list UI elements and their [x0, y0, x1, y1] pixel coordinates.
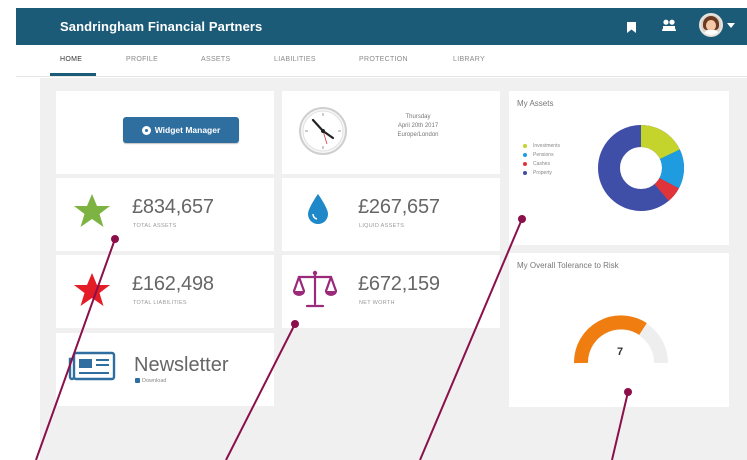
tab-protection[interactable]: PROTECTION [359, 56, 408, 63]
risk-value: 7 [617, 346, 624, 358]
risk-title: My Overall Tolerance to Risk [517, 261, 619, 270]
tab-home[interactable]: HOME [60, 56, 82, 63]
dashboard: Widget Manager Thursday April 20th 2017 … [40, 78, 747, 460]
star-icon [74, 194, 110, 227]
total-assets-value: £834,657 [132, 196, 214, 218]
day-label: Thursday [405, 114, 431, 120]
date-text: Thursday April 20th 2017 Europe/London [368, 113, 468, 140]
assets-legend: Investments Pensions Cashes Property [523, 141, 560, 177]
users-icon[interactable] [662, 19, 676, 37]
widget-manager-label: Widget Manager [154, 125, 221, 135]
liquid-assets-value: £267,657 [358, 196, 440, 218]
legend-label: Investments [533, 142, 560, 149]
legend-swatch [523, 161, 527, 166]
top-bar: Sandringham Financial Partners [16, 8, 747, 45]
location-label: Europe/London [397, 132, 439, 138]
date-label: April 20th 2017 [397, 123, 439, 129]
liquid-assets-card[interactable]: £267,657 LIQUID ASSETS [282, 178, 500, 251]
tab-profile[interactable]: PROFILE [126, 56, 158, 63]
total-liabilities-value: £162,498 [132, 273, 214, 295]
my-assets-panel: My Assets Investments Pensions Cashes Pr… [509, 91, 729, 245]
tab-library[interactable]: LIBRARY [453, 56, 485, 63]
gear-icon [141, 125, 151, 135]
widget-manager-button[interactable]: Widget Manager [123, 117, 239, 143]
user-menu[interactable] [699, 13, 739, 39]
newspaper-icon [68, 351, 116, 381]
download-link[interactable]: Download [135, 378, 166, 384]
liquid-assets-label: LIQUID ASSETS [359, 223, 405, 229]
widget-manager-card: Widget Manager [56, 91, 274, 174]
legend-swatch [523, 170, 527, 175]
clock-icon [299, 107, 347, 155]
legend-label: Property [533, 169, 552, 176]
total-assets-card[interactable]: £834,657 TOTAL ASSETS [56, 178, 274, 251]
net-worth-value: £672,159 [358, 273, 440, 295]
total-liabilities-card[interactable]: £162,498 TOTAL LIABILITIES [56, 255, 274, 328]
avatar[interactable] [699, 13, 723, 37]
chevron-down-icon[interactable] [727, 23, 735, 28]
bookmark-icon[interactable] [627, 20, 636, 38]
net-worth-label: NET WORTH [359, 300, 395, 306]
legend-swatch [523, 143, 527, 148]
download-icon [135, 378, 140, 383]
legend-item: Pensions [523, 150, 560, 159]
date-card: Thursday April 20th 2017 Europe/London [282, 91, 500, 174]
download-label: Download [142, 378, 167, 384]
tab-assets[interactable]: ASSETS [201, 56, 230, 63]
legend-item: Property [523, 168, 560, 177]
risk-gauge-fill [573, 315, 647, 364]
scales-icon [293, 270, 337, 308]
water-drop-icon [308, 194, 328, 224]
brand-title[interactable]: Sandringham Financial Partners [60, 19, 262, 34]
risk-tolerance-panel: My Overall Tolerance to Risk 7 [509, 253, 729, 407]
legend-swatch [523, 152, 527, 157]
active-tab-indicator [50, 73, 96, 76]
main-tabs: HOME PROFILE ASSETS LIABILITIES PROTECTI… [16, 45, 747, 77]
star-icon [74, 273, 110, 306]
newsletter-card[interactable]: Newsletter Download [56, 333, 274, 406]
total-assets-label: TOTAL ASSETS [133, 223, 177, 229]
assets-donut-chart[interactable] [597, 124, 685, 212]
tab-liabilities[interactable]: LIABILITIES [274, 56, 316, 63]
legend-item: Investments [523, 141, 560, 150]
legend-label: Pensions [533, 151, 554, 158]
legend-item: Cashes [523, 159, 560, 168]
legend-label: Cashes [533, 160, 550, 167]
risk-gauge[interactable] [569, 311, 673, 371]
total-liabilities-label: TOTAL LIABILITIES [133, 300, 187, 306]
my-assets-title: My Assets [517, 99, 554, 108]
net-worth-card[interactable]: £672,159 NET WORTH [282, 255, 500, 328]
newsletter-title: Newsletter [134, 354, 229, 376]
